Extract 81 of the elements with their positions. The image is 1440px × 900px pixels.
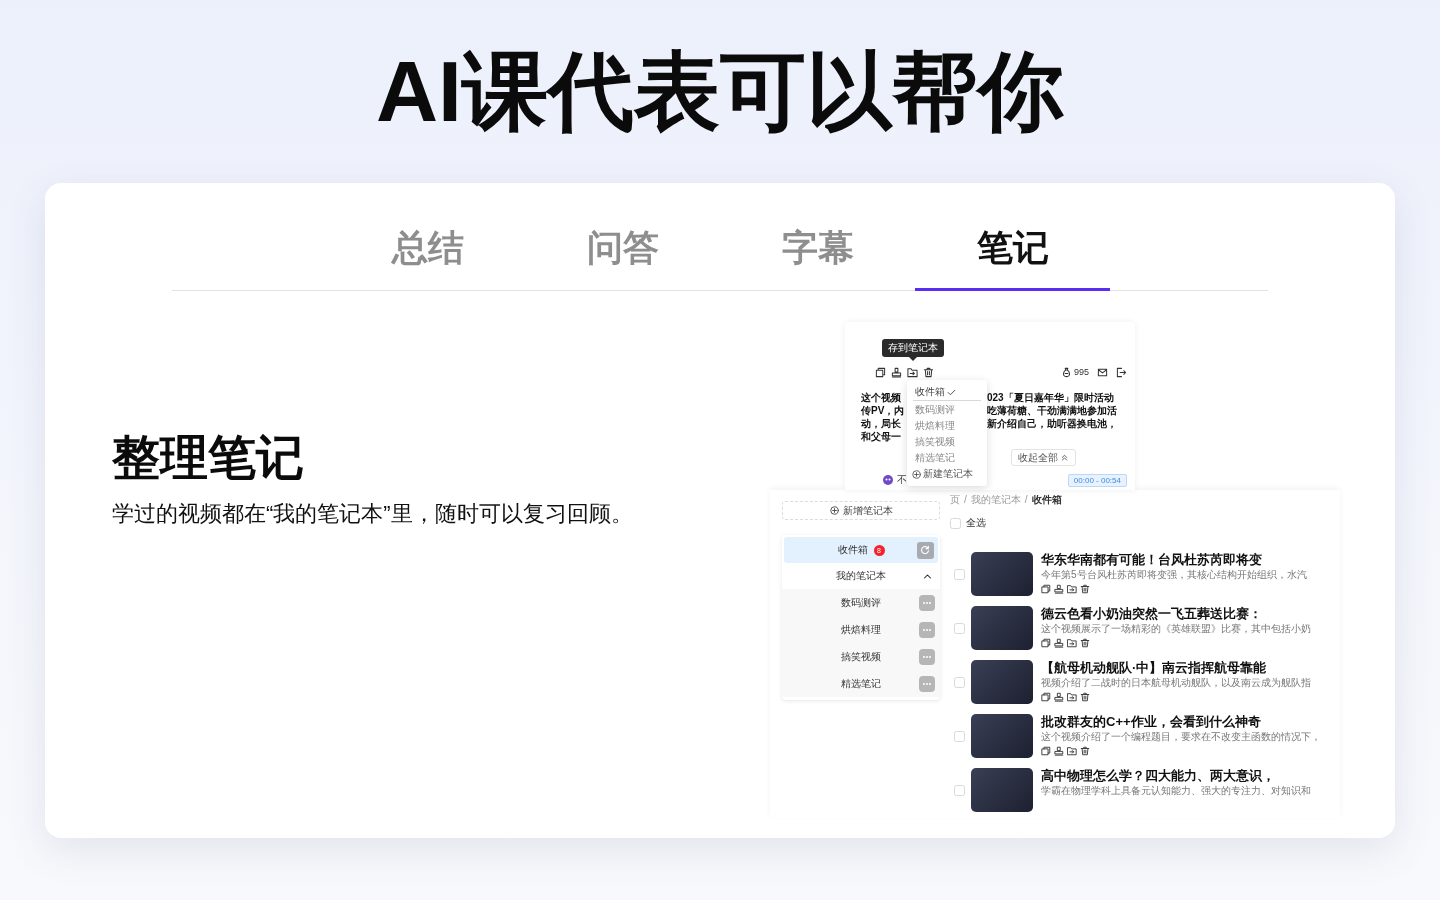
more-icon (922, 627, 932, 632)
checkbox[interactable] (950, 517, 961, 529)
copy-icon[interactable] (1041, 692, 1051, 702)
transcript-text: 不 (897, 473, 907, 487)
collapse-all-button[interactable]: 收起全部 (1011, 449, 1076, 466)
bag-icon (1060, 366, 1072, 378)
video-title: 【航母机动舰队·中】南云指挥航母靠能 (1041, 660, 1268, 676)
headline: AI课代表可以帮你 (375, 42, 1065, 141)
video-description: 这个视频展示了一场精彩的《英雄联盟》比赛，其中包括小奶 (1041, 622, 1311, 635)
video-title: 批改群友的C++作业，会看到什么神奇 (1041, 714, 1262, 730)
thumbnail-placeholder (971, 660, 1033, 704)
video-title: 德云色看小奶油突然一飞五葬送比赛： (1041, 606, 1263, 622)
select-all-label: 全选 (966, 516, 986, 530)
trash-icon[interactable] (1080, 584, 1090, 594)
sidebar-item[interactable]: 数码测评 (782, 589, 940, 616)
copy-icon[interactable] (875, 366, 886, 378)
thumbnail-placeholder (971, 768, 1033, 812)
video-description: 今年第5号台风杜苏芮即将变强，其核心结构开始组织，水汽 (1041, 568, 1307, 581)
note-paragraph: 这个视频 传PV，内 动，局长 和父母一 (861, 391, 905, 443)
folder-arrow-icon[interactable] (1067, 638, 1077, 648)
menu-item[interactable]: 搞笑视频 (907, 434, 987, 450)
trash-icon[interactable] (1080, 638, 1090, 648)
copy-icon[interactable] (1041, 746, 1051, 756)
check-icon (947, 387, 956, 397)
note-paragraph: 023「夏日嘉年华」限时活动 吃薄荷糖、干劲满满地参加活 新介绍自己，助听器换电池， (987, 391, 1117, 431)
video-title: 高中物理怎么学？四大能力、两大意识， (1041, 768, 1276, 784)
menu-item[interactable]: 数码测评 (907, 402, 987, 418)
refresh-icon (920, 545, 930, 555)
menu-item[interactable]: 烘焙料理 (907, 418, 987, 434)
thumbnail-placeholder (971, 714, 1033, 758)
more-icon (922, 600, 932, 605)
breadcrumb-current: 收件箱 (1031, 493, 1062, 506)
checkbox[interactable] (954, 676, 965, 688)
tab[interactable]: 笔记 (915, 205, 1110, 291)
coin-count: 995 (1073, 367, 1089, 377)
checkbox[interactable] (954, 730, 965, 742)
stamp-icon[interactable] (1054, 584, 1064, 594)
feature-description: 学过的视频都在“我的笔记本”里，随时可以复习回顾。 (112, 500, 634, 528)
thumbnail-placeholder (971, 606, 1033, 650)
trash-icon[interactable] (1080, 692, 1090, 702)
folder-arrow-icon[interactable] (907, 366, 918, 378)
mail-icon[interactable] (1097, 366, 1108, 378)
menu-item[interactable]: 收件箱 (913, 384, 981, 401)
sidebar-item[interactable]: 搞笑视频 (782, 643, 940, 670)
breadcrumb-separator: / (964, 493, 967, 506)
more-icon (922, 654, 932, 659)
copy-icon[interactable] (1041, 638, 1051, 648)
stamp-icon[interactable] (1054, 692, 1064, 702)
video-title: 华东华南都有可能！台风杜苏芮即将变 (1041, 552, 1263, 568)
thumbnail-placeholder (971, 552, 1033, 596)
trash-icon[interactable] (923, 366, 934, 378)
stamp-icon[interactable] (891, 366, 902, 378)
plus-circle-icon (829, 506, 839, 515)
menu-item[interactable]: 新建笔记本 (907, 466, 987, 482)
video-description: 这个视频介绍了一个编程题目，要求在不改变主函数的情况下， (1041, 730, 1321, 743)
stamp-icon[interactable] (1054, 638, 1064, 648)
menu-item[interactable]: 精选笔记 (907, 450, 987, 466)
avatar-icon (883, 475, 893, 485)
trash-icon[interactable] (1080, 746, 1090, 756)
checkbox[interactable] (954, 784, 965, 796)
tooltip: 存到笔记本 (882, 339, 944, 361)
video-description: 视频介绍了二战时的日本航母机动舰队，以及南云成为舰队指 (1041, 676, 1311, 689)
sidebar-item[interactable]: 精选笔记 (782, 670, 940, 697)
video-description: 学霸在物理学科上具备元认知能力、强大的专注力、对知识和 (1041, 784, 1311, 797)
feature-title: 整理笔记 (112, 430, 305, 486)
double-chevron-up-icon (1060, 453, 1069, 462)
folder-arrow-icon[interactable] (1067, 746, 1077, 756)
breadcrumb-separator: / (1024, 493, 1028, 506)
sidebar-item[interactable]: 我的笔记本 (782, 563, 940, 589)
checkbox[interactable] (954, 622, 965, 634)
new-notebook-button[interactable]: 新增笔记本 (782, 501, 940, 520)
plus-circle-icon (912, 469, 921, 479)
more-icon (922, 681, 932, 686)
logout-icon[interactable] (1116, 366, 1127, 378)
folder-arrow-icon[interactable] (1067, 584, 1077, 594)
folder-arrow-icon[interactable] (1067, 692, 1077, 702)
checkbox[interactable] (954, 568, 965, 580)
sidebar-item[interactable]: 烘焙料理 (782, 616, 940, 643)
chevron-up-icon[interactable] (922, 571, 932, 581)
stamp-icon[interactable] (1054, 746, 1064, 756)
copy-icon[interactable] (1041, 584, 1051, 594)
